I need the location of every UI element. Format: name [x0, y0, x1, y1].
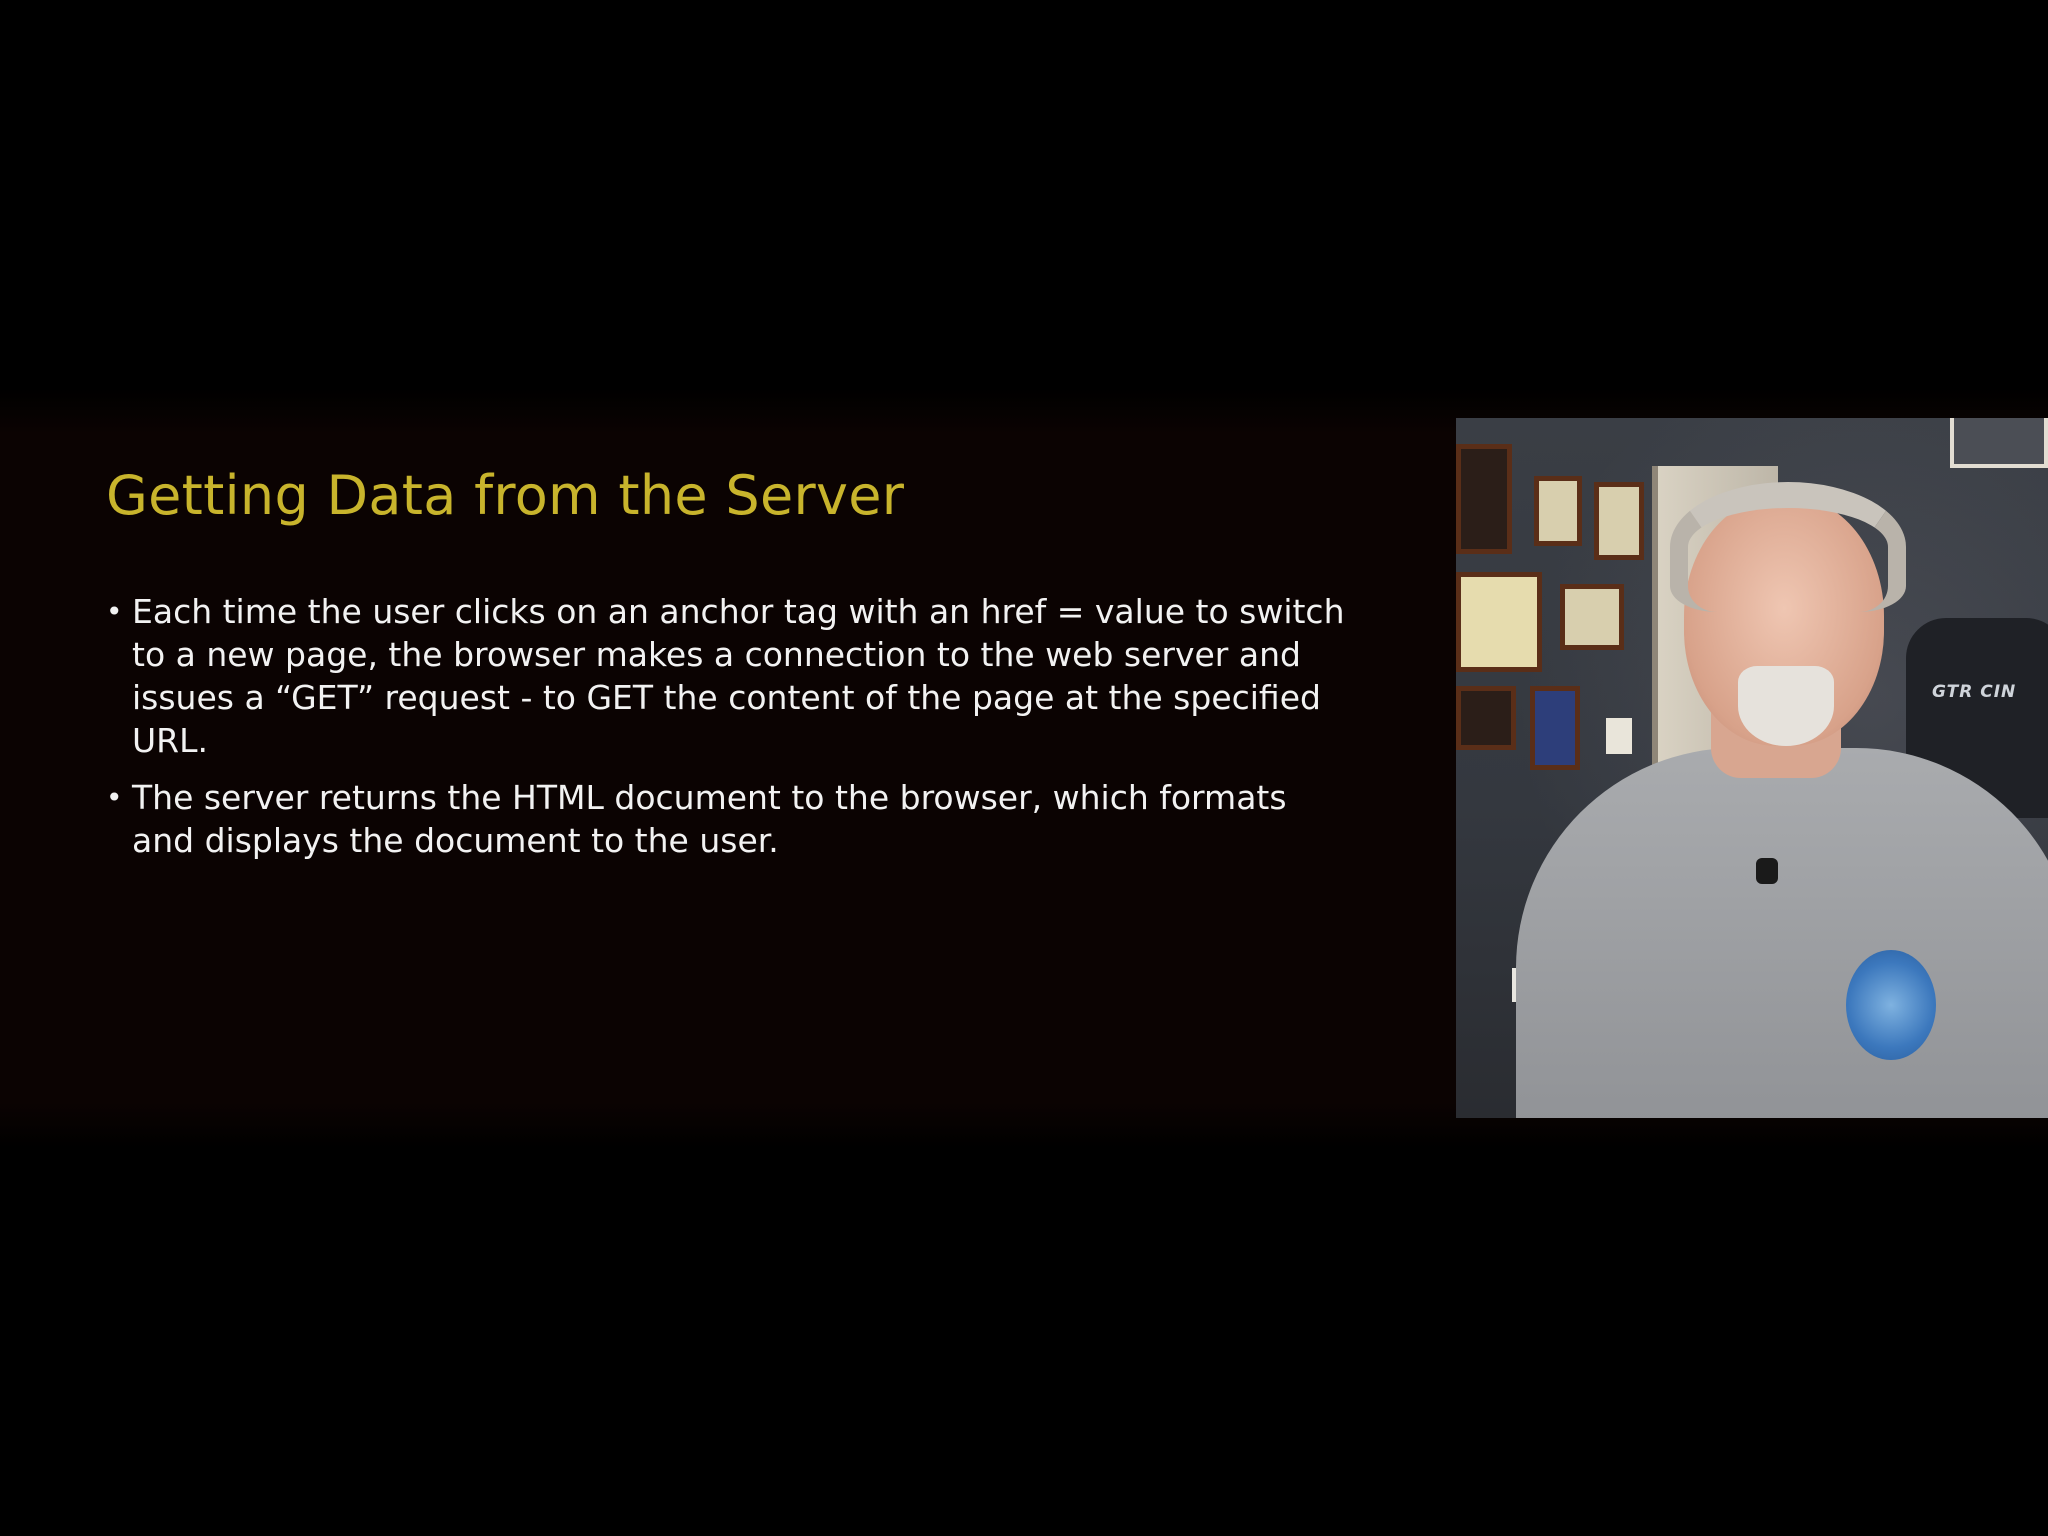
lapel-mic-icon [1756, 858, 1778, 884]
wall-photo [1530, 686, 1580, 770]
presenter-beard [1738, 666, 1834, 746]
wall-certificate [1594, 482, 1644, 560]
wall-plaque [1456, 444, 1512, 554]
wall-frame [1950, 418, 2048, 468]
bullet-item: • Each time the user clicks on an anchor… [106, 590, 1356, 762]
video-frame: Getting Data from the Server • Each time… [0, 0, 2048, 1536]
wall-certificate [1560, 584, 1624, 650]
shirt-logo-icon [1846, 950, 1936, 1060]
bullet-list: • Each time the user clicks on an anchor… [106, 590, 1356, 876]
presenter-webcam: GTR CIN [1456, 418, 2048, 1118]
bullet-text: Each time the user clicks on an anchor t… [132, 592, 1345, 760]
bullet-text: The server returns the HTML document to … [132, 778, 1287, 860]
light-switch [1606, 718, 1632, 754]
wall-certificate [1534, 476, 1582, 546]
wall-certificate [1456, 572, 1542, 672]
chair-logo-text: GTR CIN [1932, 682, 2017, 702]
slide-title: Getting Data from the Server [106, 464, 905, 527]
wall-photo [1456, 686, 1516, 750]
presenter-hair [1670, 482, 1906, 612]
bullet-dot-icon: • [106, 781, 123, 814]
bullet-item: • The server returns the HTML document t… [106, 776, 1356, 862]
bullet-dot-icon: • [106, 595, 123, 628]
presenter-shirt [1516, 748, 2048, 1118]
